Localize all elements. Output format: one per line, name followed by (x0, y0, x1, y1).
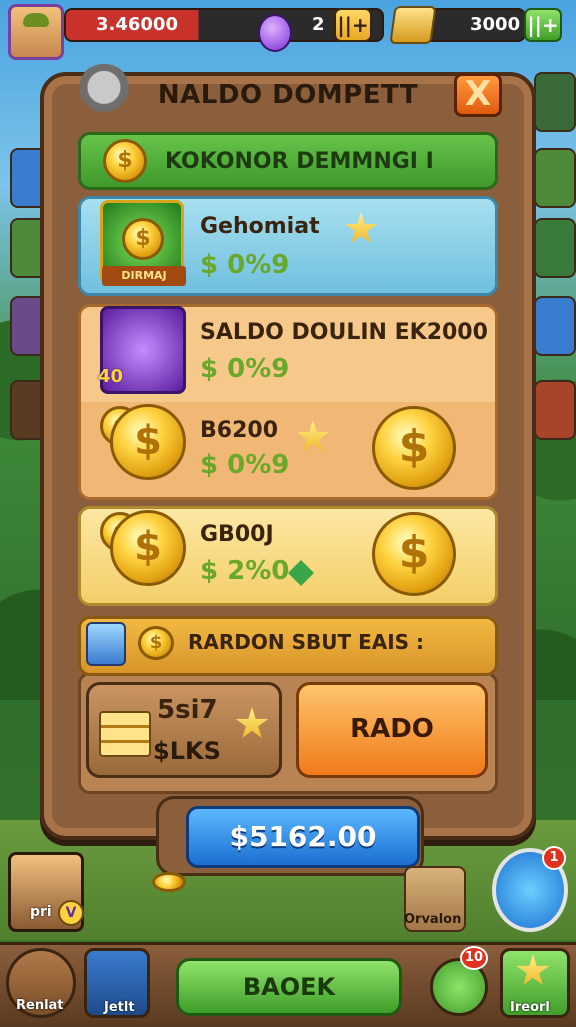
coin-icon: $ (103, 139, 147, 183)
gem-count-badge: 40 (98, 366, 124, 387)
side-icon-right-5[interactable] (534, 380, 576, 440)
offer-price: $ 0%9 (200, 354, 290, 384)
big-coin-icon: $ (372, 512, 456, 596)
cannon-label: Orvalon (404, 912, 462, 927)
inventory-label: Jetlt (104, 1000, 135, 1015)
big-coin-icon: $ (372, 406, 456, 490)
offer-price: $ 0%9 (200, 250, 290, 280)
rado-button[interactable]: RADO (296, 682, 488, 778)
gold-value: 3000 (470, 14, 521, 35)
offer-name: GB00J (200, 522, 274, 547)
top-bar: 3.46000 2 ||+ 3000 ||+ (0, 0, 576, 60)
offer-price: $ 2%0 (200, 556, 290, 586)
add-gold-button[interactable]: ||+ (524, 8, 562, 42)
offer-name: Gehomiat (200, 214, 320, 239)
close-button[interactable]: X (454, 73, 502, 117)
star-icon (235, 707, 269, 738)
player-avatar[interactable] (8, 4, 64, 60)
slks-amount: 5si7 (157, 695, 218, 725)
money-value: 3.46000 (96, 14, 178, 35)
notification-badge: 10 (460, 946, 488, 970)
big-coin-icon: $ (110, 510, 186, 586)
crystal-icon (86, 622, 126, 666)
offer-price: $ 0%9 (200, 450, 290, 480)
coin-icon: $ (138, 626, 174, 660)
gold-bars-icon (99, 711, 151, 757)
side-icon-right-3[interactable] (534, 218, 576, 278)
side-icon-right-2[interactable] (534, 148, 576, 208)
offer-name: SALDO DOULIN EK2000 (200, 320, 488, 345)
ground-coin-icon (152, 872, 186, 892)
back-button[interactable]: BAOEK (176, 958, 402, 1016)
home-label: Renlat (16, 998, 64, 1013)
money-count: 2 (312, 14, 325, 35)
favorites-label: Ireorl (510, 1000, 550, 1015)
hero-label: pri (30, 904, 52, 920)
panel-header-banner: $ KOKONOR DEMMNGI I (78, 132, 498, 190)
gem-icon (258, 14, 292, 52)
offer-name: B6200 (200, 418, 278, 443)
add-money-button[interactable]: ||+ (334, 8, 372, 42)
slks-label: $LKS (153, 737, 221, 765)
total-balance-button[interactable]: $5162.00 (186, 806, 420, 868)
panel-header-label: KOKONOR DEMMNGI I (165, 149, 434, 174)
notification-badge: 1 (542, 846, 566, 870)
coin-icon: $ (122, 218, 164, 260)
gold-bars-icon (389, 6, 437, 44)
slks-button[interactable]: 5si7 $LKS (86, 682, 282, 778)
big-coin-icon: $ (110, 404, 186, 480)
reward-strip-label: RARDON SBUT EAIS : (188, 630, 425, 654)
check-badge-icon: V (58, 900, 84, 926)
offer-badge: DIRMAJ (102, 266, 186, 286)
side-icon-right-4[interactable] (534, 296, 576, 356)
